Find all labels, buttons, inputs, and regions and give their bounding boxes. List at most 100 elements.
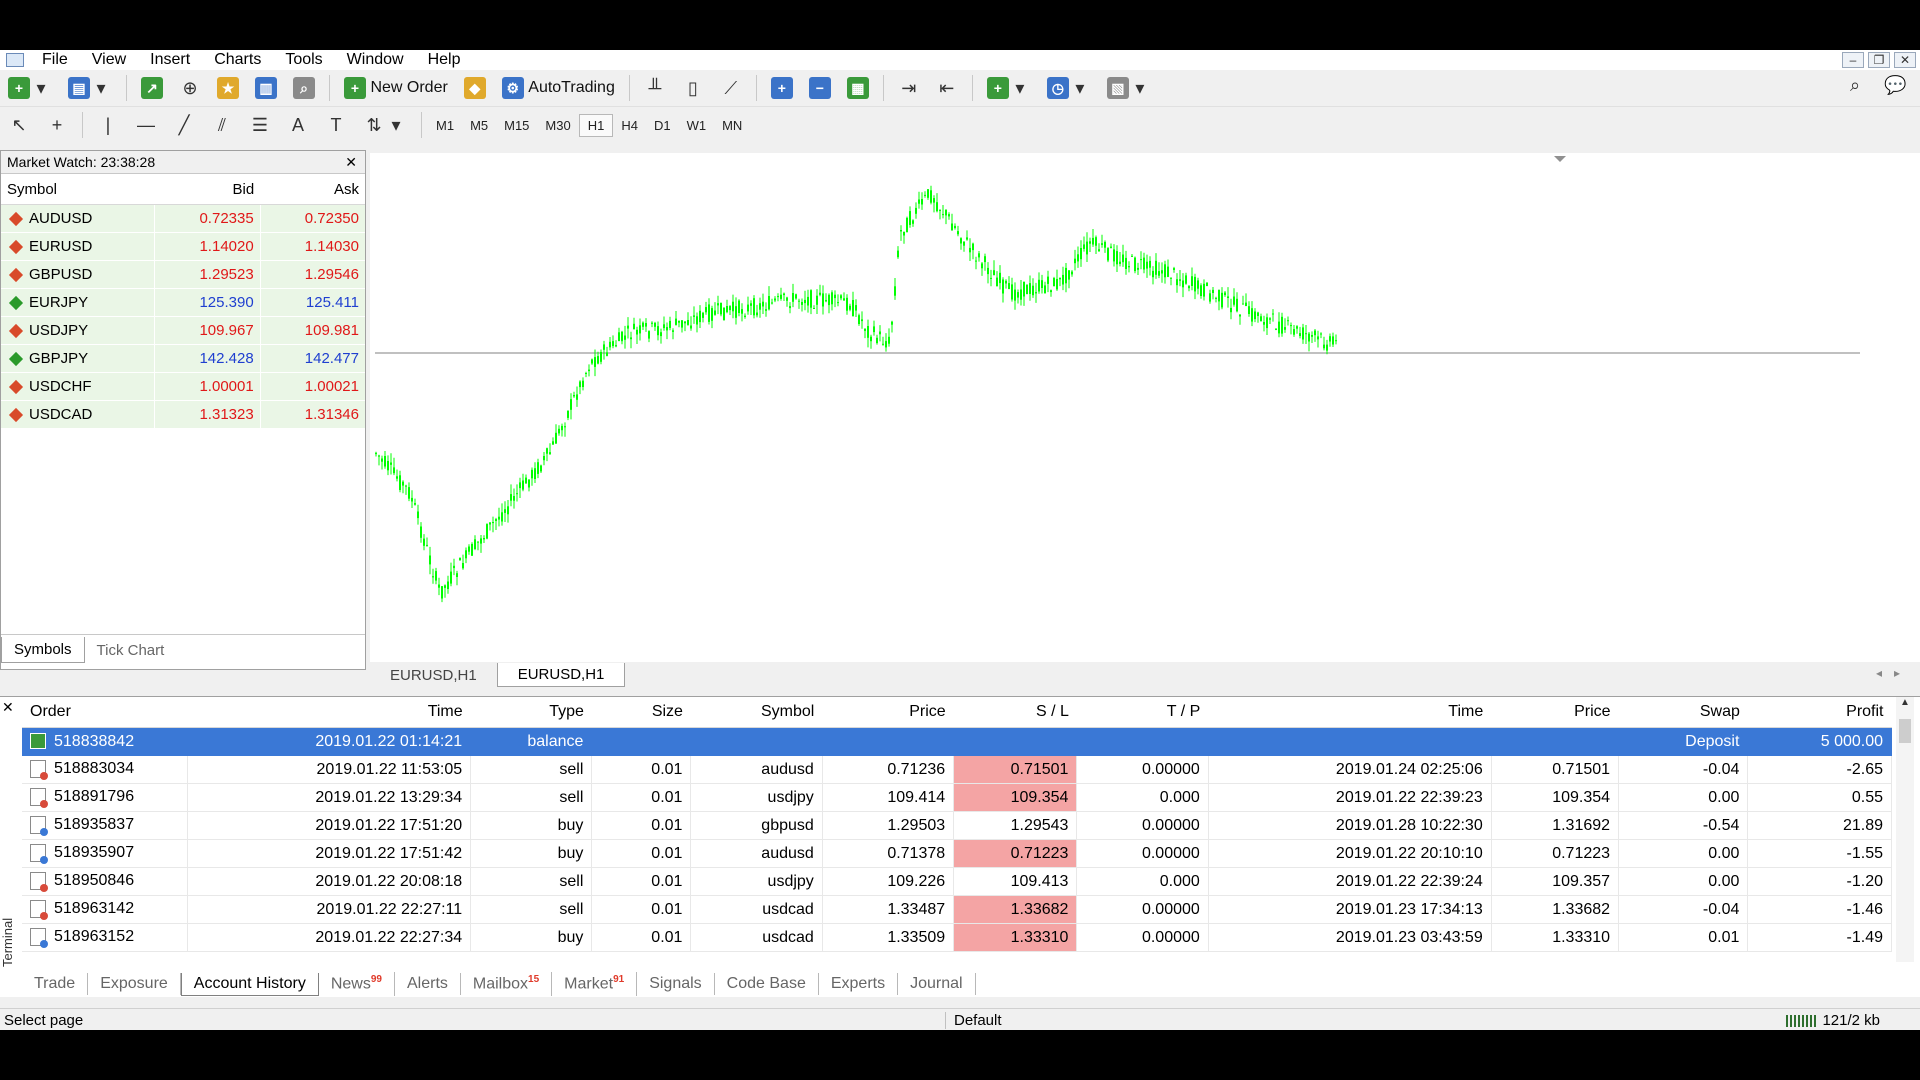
timeframe-d1[interactable]: D1: [646, 115, 679, 136]
timeframe-h1[interactable]: H1: [578, 113, 614, 137]
text-label-button[interactable]: T: [319, 111, 353, 139]
timeframe-h4[interactable]: H4: [613, 115, 646, 136]
tab-symbols[interactable]: Symbols: [1, 637, 85, 663]
autoscroll-button[interactable]: ⇤: [930, 74, 964, 102]
chart-shift-marker-icon[interactable]: [1554, 156, 1566, 162]
bid-cell[interactable]: 125.390: [154, 288, 261, 317]
menu-window[interactable]: Window: [335, 50, 416, 70]
close-icon[interactable]: ✕: [2, 699, 14, 716]
autotrading-button[interactable]: ⚙ AutoTrading: [496, 74, 621, 102]
symbol-cell[interactable]: GBPUSD: [1, 260, 155, 289]
metaeditor-button[interactable]: ◆: [458, 74, 492, 102]
symbol-cell[interactable]: EURUSD: [1, 232, 155, 261]
column-header-type[interactable]: Type: [470, 697, 592, 728]
tab-trade[interactable]: Trade: [22, 973, 89, 995]
close-icon[interactable]: ✕: [345, 151, 357, 173]
symbol-cell[interactable]: USDCHF: [1, 372, 155, 401]
tab-alerts[interactable]: Alerts: [395, 973, 461, 995]
menu-help[interactable]: Help: [416, 50, 473, 70]
tab-tick-chart[interactable]: Tick Chart: [85, 638, 177, 663]
terminal-button[interactable]: ▥: [249, 74, 283, 102]
menu-charts[interactable]: Charts: [202, 50, 273, 70]
price-chart[interactable]: [370, 153, 1920, 666]
bid-cell[interactable]: 109.967: [154, 316, 261, 345]
column-header-profit[interactable]: Profit: [1747, 697, 1892, 728]
cursor-button[interactable]: ↖: [2, 111, 36, 139]
profiles-button[interactable]: ▤ ▾: [62, 74, 118, 102]
new-order-button[interactable]: + New Order: [338, 74, 454, 102]
history-row[interactable]: 518963142 2019.01.22 22:27:11 sell 0.01 usdc…: [22, 895, 1892, 924]
channel-button[interactable]: ⫽: [205, 111, 239, 139]
candlestick-chart[interactable]: [370, 153, 1920, 666]
bar-chart-button[interactable]: ╨: [638, 74, 672, 102]
menu-view[interactable]: View: [80, 50, 138, 70]
bid-cell[interactable]: 1.14020: [154, 232, 261, 261]
close-icon[interactable]: ✕: [1894, 52, 1916, 68]
ask-cell[interactable]: 0.72350: [259, 204, 365, 233]
market-watch-row[interactable]: EURUSD 1.14020 1.14030: [1, 232, 365, 261]
symbol-cell[interactable]: USDJPY: [1, 316, 155, 345]
column-header-symbol[interactable]: Symbol: [1, 174, 155, 205]
tab-mailbox[interactable]: Mailbox15: [461, 972, 553, 996]
column-header-size[interactable]: Size: [591, 697, 691, 728]
history-row[interactable]: 518950846 2019.01.22 20:08:18 sell 0.01 usdj…: [22, 867, 1892, 896]
bid-cell[interactable]: 0.72335: [154, 204, 261, 233]
column-header-symbol[interactable]: Symbol: [690, 697, 823, 728]
ask-cell[interactable]: 1.29546: [259, 260, 365, 289]
tab-chart-2[interactable]: EURUSD,H1: [496, 663, 626, 687]
vertical-scrollbar[interactable]: ▲: [1896, 697, 1914, 962]
market-watch-row[interactable]: EURJPY 125.390 125.411: [1, 288, 365, 317]
candlesticks-button[interactable]: ▯: [676, 74, 710, 102]
ask-cell[interactable]: 142.477: [259, 344, 365, 373]
templates-button[interactable]: ▧ ▾: [1101, 74, 1157, 102]
column-header-time[interactable]: Time: [187, 697, 471, 728]
minimize-icon[interactable]: –: [1842, 52, 1864, 68]
history-row[interactable]: 518935907 2019.01.22 17:51:42 buy 0.01 audus…: [22, 839, 1892, 868]
ask-cell[interactable]: 1.14030: [259, 232, 365, 261]
timeframe-m5[interactable]: M5: [462, 115, 496, 136]
tab-account-history[interactable]: Account History: [180, 972, 319, 996]
column-header-close-time[interactable]: Time: [1208, 697, 1492, 728]
timeframe-w1[interactable]: W1: [679, 115, 715, 136]
market-watch-row[interactable]: USDCHF 1.00001 1.00021: [1, 372, 365, 401]
restore-icon[interactable]: ❐: [1868, 52, 1890, 68]
market-watch-row[interactable]: USDJPY 109.967 109.981: [1, 316, 365, 345]
indicators-button[interactable]: + ▾: [981, 74, 1037, 102]
tab-experts[interactable]: Experts: [819, 973, 899, 995]
timeframe-m15[interactable]: M15: [496, 115, 537, 136]
periods-button[interactable]: ◷ ▾: [1041, 74, 1097, 102]
tab-market[interactable]: Market91: [552, 972, 638, 996]
market-watch-row[interactable]: AUDUSD 0.72335 0.72350: [1, 204, 365, 233]
ask-cell[interactable]: 1.00021: [259, 372, 365, 401]
menu-insert[interactable]: Insert: [138, 50, 202, 70]
vertical-line-button[interactable]: |: [91, 111, 125, 139]
navigator-button[interactable]: ★: [211, 74, 245, 102]
menu-tools[interactable]: Tools: [273, 50, 334, 70]
data-window-button[interactable]: ⊕: [173, 74, 207, 102]
history-row[interactable]: 518935837 2019.01.22 17:51:20 buy 0.01 gbpus…: [22, 811, 1892, 840]
tab-news[interactable]: News99: [319, 972, 395, 996]
line-chart-button[interactable]: ⟋: [714, 74, 748, 102]
crosshair-button[interactable]: +: [40, 111, 74, 139]
bid-cell[interactable]: 142.428: [154, 344, 261, 373]
strategy-tester-button[interactable]: ⌕: [287, 74, 321, 102]
column-header-sl[interactable]: S / L: [953, 697, 1077, 728]
history-row[interactable]: 518838842 2019.01.22 01:14:21 balance Depos…: [22, 727, 1892, 756]
scrollbar-thumb[interactable]: [1899, 719, 1911, 743]
tab-chart-1[interactable]: EURUSD,H1: [370, 664, 497, 687]
timeframe-m1[interactable]: M1: [428, 115, 462, 136]
ask-cell[interactable]: 1.31346: [259, 400, 365, 429]
ask-cell[interactable]: 109.981: [259, 316, 365, 345]
tab-journal[interactable]: Journal: [898, 973, 976, 995]
fibonacci-button[interactable]: ☰: [243, 111, 277, 139]
chart-shift-button[interactable]: ⇥: [892, 74, 926, 102]
scroll-up-icon[interactable]: ▲: [1900, 697, 1910, 708]
market-watch-row[interactable]: GBPUSD 1.29523 1.29546: [1, 260, 365, 289]
bid-cell[interactable]: 1.29523: [154, 260, 261, 289]
tab-code-base[interactable]: Code Base: [715, 973, 819, 995]
tab-signals[interactable]: Signals: [637, 973, 715, 995]
column-header-bid[interactable]: Bid: [154, 174, 261, 205]
column-header-tp[interactable]: T / P: [1076, 697, 1209, 728]
symbol-cell[interactable]: USDCAD: [1, 400, 155, 429]
tab-exposure[interactable]: Exposure: [88, 973, 181, 995]
